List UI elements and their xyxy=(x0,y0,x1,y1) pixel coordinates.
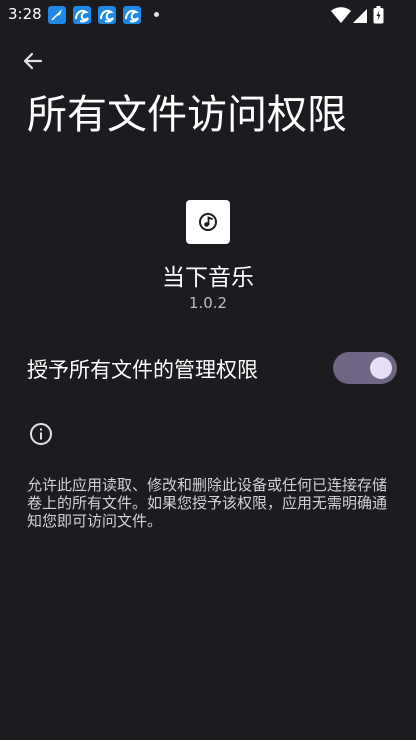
switch-thumb xyxy=(370,357,392,379)
permission-label: 授予所有文件的管理权限 xyxy=(27,358,258,382)
arrow-left-icon xyxy=(23,52,43,70)
signal-icon xyxy=(353,9,367,23)
battery-icon xyxy=(373,6,384,24)
app-version: 1.0.2 xyxy=(188,294,228,312)
wave-app-icon xyxy=(73,6,91,24)
all-files-permission-row[interactable]: 授予所有文件的管理权限 xyxy=(0,346,416,390)
feather-app-icon xyxy=(48,6,66,24)
status-time: 3:28 xyxy=(8,5,42,23)
wifi-icon xyxy=(331,7,351,23)
permission-switch[interactable] xyxy=(333,352,397,384)
info-icon xyxy=(30,423,52,445)
status-bar: 3:28 xyxy=(0,0,416,30)
wave-app-icon xyxy=(98,6,116,24)
app-icon xyxy=(186,200,230,244)
page-title: 所有文件访问权限 xyxy=(27,92,347,138)
app-name: 当下音乐 xyxy=(162,265,254,291)
more-notifications-dot xyxy=(154,12,159,17)
wave-app-icon xyxy=(123,6,141,24)
permission-description: 允许此应用读取、修改和删除此设备或任何已连接存储卷上的所有文件。如果您授予该权限… xyxy=(27,476,388,530)
back-button[interactable] xyxy=(18,46,48,76)
music-note-icon xyxy=(199,213,217,231)
